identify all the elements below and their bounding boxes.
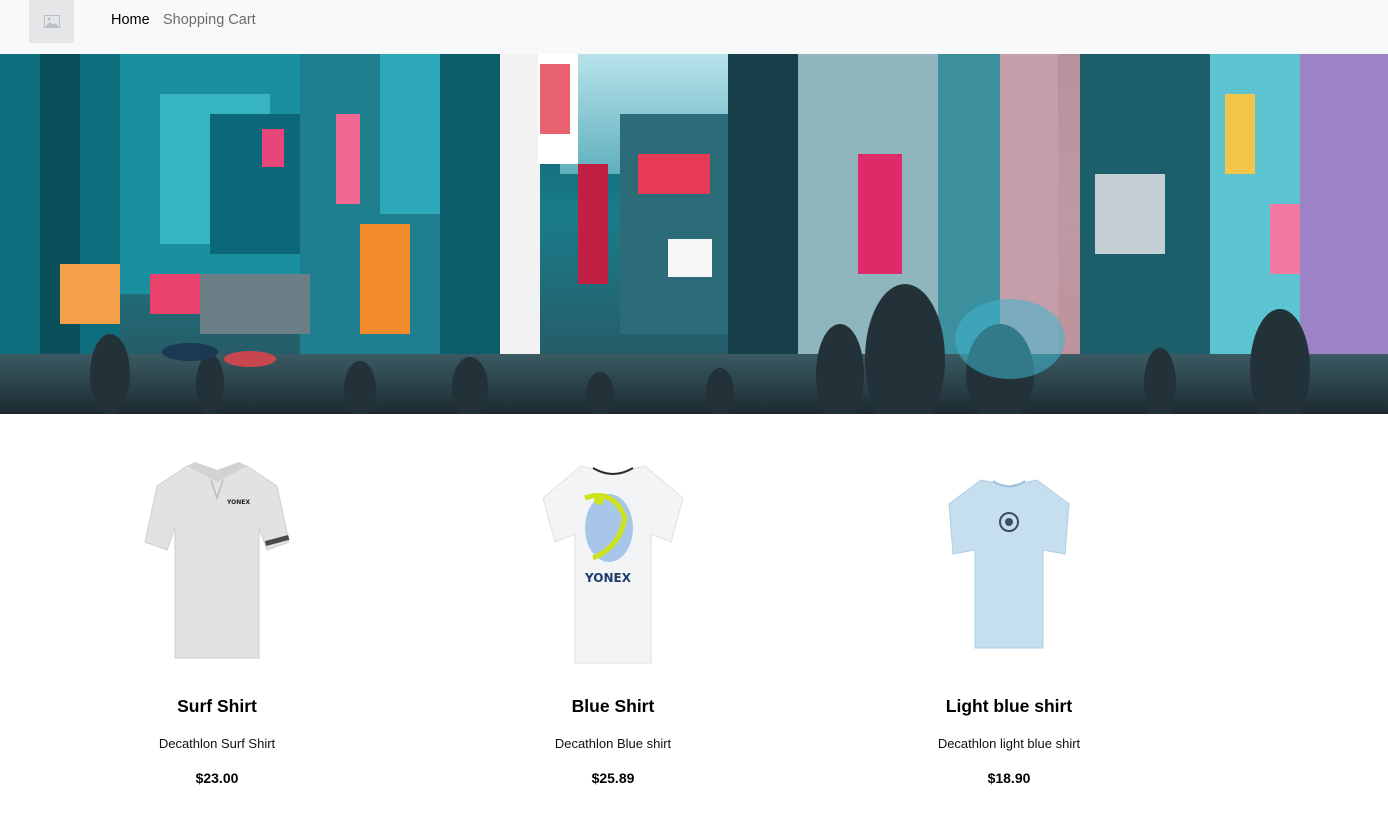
product-description: Decathlon Blue shirt [554, 736, 672, 751]
logo[interactable] [29, 0, 74, 43]
product-title[interactable]: Blue Shirt [413, 696, 813, 717]
hero-image [0, 54, 1388, 414]
product-title[interactable]: Surf Shirt [17, 696, 417, 717]
nav-link-home[interactable]: Home [111, 12, 150, 28]
nav-link-shopping-cart[interactable]: Shopping Cart [163, 12, 256, 28]
brand-logo: YONEX [584, 571, 632, 585]
image-placeholder-icon [43, 15, 60, 28]
product-card[interactable]: YONEX Blue Shirt Decathlon Blue shirt $2… [413, 450, 813, 810]
product-price: $25.89 [591, 770, 635, 786]
brand-logo: YONEX [226, 499, 250, 506]
hero-banner [0, 54, 1388, 414]
product-price: $23.00 [195, 770, 239, 786]
product-card[interactable]: YONEX Surf Shirt Decathlon Surf Shirt $2… [17, 450, 417, 810]
polo-shirt-image: YONEX [144, 462, 290, 659]
product-description: Decathlon Surf Shirt [158, 736, 276, 751]
tshirt-image: YONEX [542, 465, 684, 664]
product-price: $18.90 [987, 770, 1031, 786]
product-title[interactable]: Light blue shirt [809, 696, 1209, 717]
navbar: Home Shopping Cart [0, 0, 1388, 54]
product-description: Decathlon light blue shirt [937, 736, 1081, 751]
tshirt-image [948, 479, 1070, 649]
product-card[interactable]: Light blue shirt Decathlon light blue sh… [809, 450, 1209, 810]
